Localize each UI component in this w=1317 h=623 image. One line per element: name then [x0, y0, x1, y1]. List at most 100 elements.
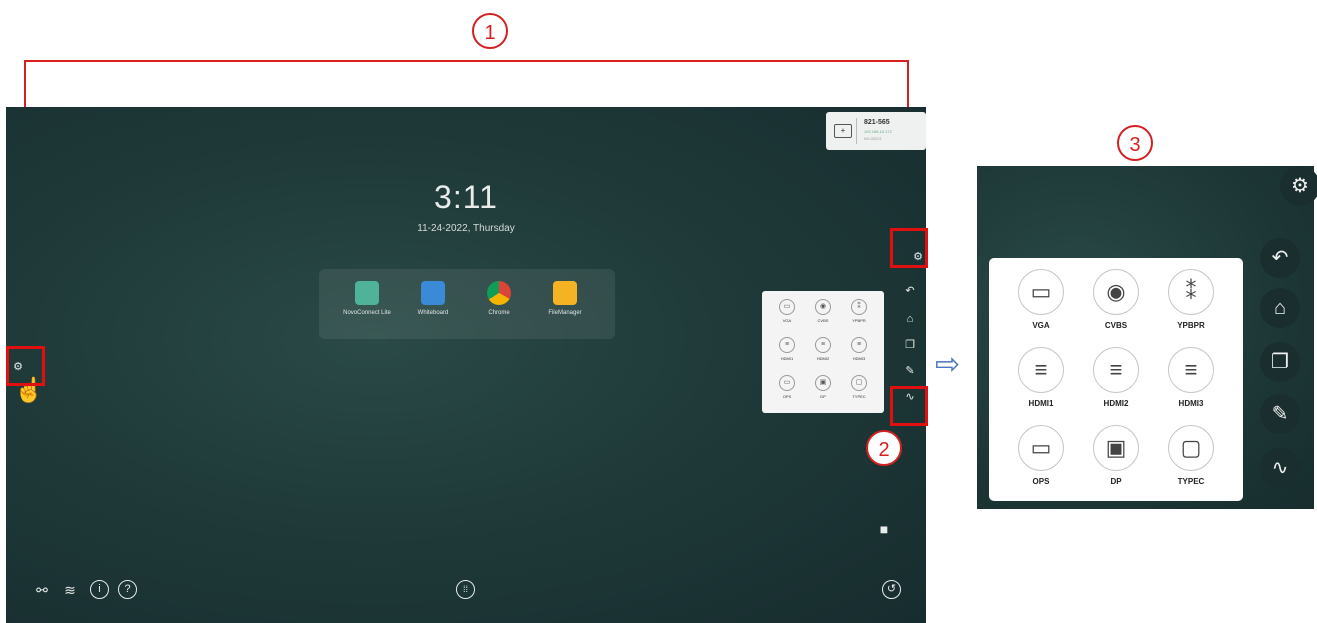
source-label: YPBPR [852, 318, 866, 323]
source-label: CVBS [1104, 321, 1128, 330]
app-label: Whiteboard [417, 310, 449, 316]
source-cvbs[interactable]: ◉ CVBS [1081, 269, 1151, 330]
windows-icon[interactable]: ❐ [1260, 342, 1300, 382]
source-label: OPS [1032, 477, 1050, 486]
ypbpr-port-icon: ⁑ [1168, 269, 1214, 315]
whiteboard-icon [421, 281, 445, 305]
arrow-right-icon: ⇨ [935, 348, 961, 381]
source-label: CVBS [817, 318, 829, 323]
stop-icon[interactable]: ■ [876, 521, 892, 537]
ypbpr-port-icon: ⁑ [851, 299, 867, 315]
divider [856, 118, 857, 144]
zoomed-source-view: ⚙ ↶ ⌂ ❐ ✎ ∿ ▭ VGA ◉ CVBS ⁑ YPBPR ≡ HDMI1 ≡ HD… [977, 166, 1317, 509]
source-ypbpr[interactable]: ⁑ YPBPR [1156, 269, 1226, 330]
app-label: NovoConnect Lite [343, 310, 391, 316]
source-hdmi3[interactable]: ≡ HDMI3 [1156, 347, 1226, 408]
source-label: YPBPR [1177, 321, 1205, 330]
source-dp[interactable]: ▣ DP [1081, 425, 1151, 486]
hdmi-port-icon: ≡ [1168, 347, 1214, 393]
hdmi-port-icon: ≡ [1018, 347, 1064, 393]
app-filemanager[interactable]: FileManager [535, 281, 595, 317]
apps-grid-icon[interactable]: ⁞⁞ [456, 580, 475, 599]
source-typec[interactable]: ▢ TYPEC [844, 375, 874, 399]
home-icon[interactable]: ⌂ [902, 311, 918, 327]
windows-icon[interactable]: ❐ [902, 337, 918, 353]
back-icon[interactable]: ↶ [902, 283, 918, 299]
novoconnect-icon [355, 281, 379, 305]
source-hdmi2[interactable]: ≡ HDMI2 [808, 337, 838, 361]
wifi-icon[interactable]: ≋ [60, 580, 80, 600]
highlight-right-settings [890, 228, 928, 268]
clock-date: 11-24-2022, Thursday [417, 223, 515, 234]
source-cvbs[interactable]: ◉ CVBS [808, 299, 838, 323]
source-hdmi3[interactable]: ≡ HDMI3 [844, 337, 874, 361]
source-label: HDMI2 [816, 356, 830, 361]
app-chrome[interactable]: Chrome [469, 281, 529, 317]
source-label: DP [820, 394, 826, 399]
network-icon[interactable]: ⚯ [32, 580, 52, 600]
device-name: NV-00221 [864, 136, 882, 141]
typec-port-icon: ▢ [851, 375, 867, 391]
back-icon[interactable]: ↶ [1260, 238, 1300, 278]
settings-icon[interactable]: ⚙ [1280, 166, 1317, 206]
app-whiteboard[interactable]: Whiteboard [403, 281, 463, 317]
source-panel: ▭ VGA ◉ CVBS ⁑ YPBPR ≡ HDMI1 ≡ HDMI2 ≡ HDMI3 ▭… [989, 258, 1243, 501]
app-label: FileManager [548, 310, 582, 316]
source-ops[interactable]: ▭ OPS [1006, 425, 1076, 486]
source-hdmi1[interactable]: ≡ HDMI1 [772, 337, 802, 361]
source-typec[interactable]: ▢ TYPEC [1156, 425, 1226, 486]
help-icon[interactable]: ? [118, 580, 137, 599]
source-label: HDMI3 [1178, 399, 1204, 408]
source-label: OPS [782, 394, 792, 399]
source-label: TYPEC [852, 394, 866, 399]
hdmi-port-icon: ≡ [779, 337, 795, 353]
folder-icon [553, 281, 577, 305]
cvbs-port-icon: ◉ [1093, 269, 1139, 315]
source-label: VGA [1032, 321, 1050, 330]
vga-port-icon: ▭ [1018, 269, 1064, 315]
typec-port-icon: ▢ [1168, 425, 1214, 471]
chrome-icon [487, 281, 511, 305]
app-label: Chrome [488, 310, 510, 316]
source-panel-small: ▭ VGA ◉ CVBS ⁑ YPBPR ≡ HDMI1 ≡ HDMI2 ≡ HDMI3 ▭… [762, 291, 884, 413]
info-icon[interactable]: i [90, 580, 109, 599]
history-icon[interactable]: ↺ [882, 580, 901, 599]
source-hdmi1[interactable]: ≡ HDMI1 [1006, 347, 1076, 408]
ip-address: 192.168.10.172 [864, 129, 892, 134]
source-icon[interactable]: ∿ [1260, 448, 1300, 488]
connection-info-card[interactable]: + 821-565 192.168.10.172 NV-00221 [826, 112, 926, 150]
source-label: HDMI3 [852, 356, 866, 361]
callout-1: 1 [472, 13, 508, 49]
pen-icon[interactable]: ✎ [1260, 394, 1300, 434]
cvbs-port-icon: ◉ [815, 299, 831, 315]
source-label: VGA [782, 318, 792, 323]
highlight-left-settings [6, 346, 45, 386]
clock-time: 3:11 [434, 179, 498, 215]
source-label: HDMI1 [780, 356, 794, 361]
home-icon[interactable]: ⌂ [1260, 288, 1300, 328]
callout-2: 2 [866, 430, 902, 466]
app-novoconnect[interactable]: NovoConnect Lite [337, 281, 397, 317]
source-hdmi2[interactable]: ≡ HDMI2 [1081, 347, 1151, 408]
dp-port-icon: ▣ [1093, 425, 1139, 471]
add-person-icon: + [834, 124, 852, 138]
source-label: HDMI1 [1028, 399, 1054, 408]
source-label: DP [1110, 477, 1122, 486]
app-dock: NovoConnect Lite Whiteboard Chrome FileM… [319, 269, 615, 339]
source-label: TYPEC [1177, 477, 1205, 486]
highlight-source-button [890, 386, 928, 426]
source-ops[interactable]: ▭ OPS [772, 375, 802, 399]
hdmi-port-icon: ≡ [1093, 347, 1139, 393]
source-ypbpr[interactable]: ⁑ YPBPR [844, 299, 874, 323]
vga-port-icon: ▭ [779, 299, 795, 315]
display-screen: 3:11 11-24-2022, Thursday NovoConnect Li… [6, 107, 926, 623]
source-dp[interactable]: ▣ DP [808, 375, 838, 399]
pen-icon[interactable]: ✎ [902, 363, 918, 379]
hdmi-port-icon: ≡ [815, 337, 831, 353]
source-label: HDMI2 [1103, 399, 1129, 408]
source-vga[interactable]: ▭ VGA [772, 299, 802, 323]
callout-line-top [24, 60, 909, 62]
monitor-icon: ▭ [779, 375, 795, 391]
source-vga[interactable]: ▭ VGA [1006, 269, 1076, 330]
dp-port-icon: ▣ [815, 375, 831, 391]
